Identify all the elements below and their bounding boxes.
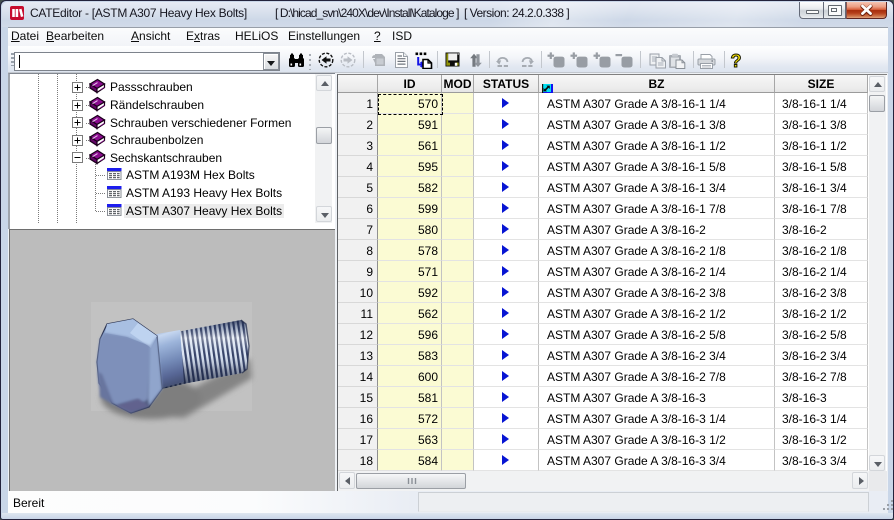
svg-text:?: ?	[731, 52, 742, 70]
